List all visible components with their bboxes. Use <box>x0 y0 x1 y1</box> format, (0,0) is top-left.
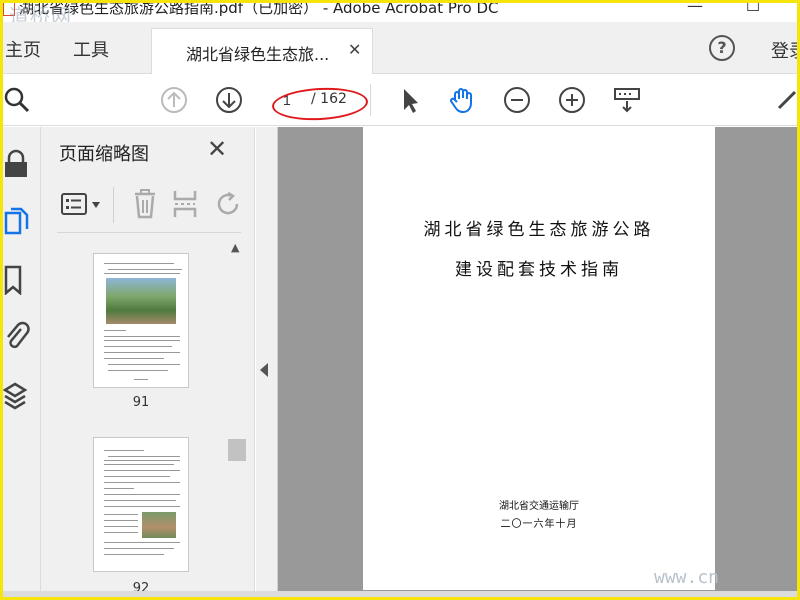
scroll-up-icon[interactable]: ▲ <box>231 241 239 254</box>
panel-toolbar <box>57 181 241 233</box>
thumbnail-label: 91 <box>132 395 150 410</box>
tools-divider <box>113 187 114 223</box>
minimize-icon[interactable]: — <box>685 0 705 15</box>
options-menu-icon[interactable] <box>61 193 87 215</box>
document-title: 湖北省绿色生态旅游公路 <box>423 220 655 240</box>
thumbnail-photo <box>106 278 176 324</box>
tab-bar: 主页 工具 湖北省绿色生态旅... ✕ ? 登录 <box>3 22 800 74</box>
page-thumbnails-icon[interactable] <box>3 207 33 237</box>
lock-icon[interactable] <box>3 149 33 179</box>
bookmark-icon[interactable] <box>3 265 33 295</box>
document-date: 二〇一六年十月 <box>500 519 578 530</box>
thumbnail-list: 91 92 <box>41 237 237 597</box>
select-arrow-icon[interactable] <box>396 86 424 114</box>
zoom-in-icon[interactable] <box>558 86 586 114</box>
close-tab-icon[interactable]: ✕ <box>348 40 361 59</box>
thumbnail-page-91[interactable] <box>93 253 189 388</box>
maximize-icon[interactable]: ☐ <box>743 0 763 15</box>
scroll-mode-icon[interactable] <box>613 86 641 114</box>
document-subtitle: 建设配套技术指南 <box>455 260 623 280</box>
document-viewer[interactable]: 湖北省绿色生态旅游公路 建设配套技术指南 湖北省交通运输厅 二〇一六年十月 ww… <box>278 127 797 597</box>
rotate-icon[interactable] <box>215 191 241 217</box>
thumbnail-scrollbar[interactable]: ▲ <box>228 237 246 597</box>
window-title: 湖北省绿色生态旅游公路指南.pdf（已加密） - Adobe Acrobat P… <box>19 0 499 17</box>
scrollbar-thumb[interactable] <box>228 439 246 461</box>
attachment-icon[interactable] <box>3 321 33 351</box>
thumbnail-panel: 页面缩略图 ✕ 91 92 ▲ <box>41 127 255 597</box>
hand-tool-icon[interactable] <box>448 86 476 114</box>
login-button[interactable]: 登录 <box>771 37 800 63</box>
document-tab-label: 湖北省绿色生态旅... <box>186 45 330 64</box>
layers-icon[interactable] <box>3 381 33 411</box>
page-total-label: / 162 <box>311 91 347 107</box>
tab-document[interactable]: 湖北省绿色生态旅... ✕ <box>151 28 373 74</box>
previous-page-icon[interactable] <box>160 86 188 114</box>
collapse-arrow-icon[interactable] <box>260 363 268 377</box>
thumbnail-page-92[interactable] <box>93 437 189 572</box>
viewer-watermark: www.cn <box>654 567 720 588</box>
delete-icon[interactable] <box>133 189 157 219</box>
main-toolbar: / 162 <box>3 74 797 126</box>
pen-icon[interactable] <box>773 86 800 114</box>
title-bar: 湖北省绿色生态旅游公路指南.pdf（已加密） - Adobe Acrobat P… <box>3 0 797 28</box>
document-page: 湖北省绿色生态旅游公路 建设配套技术指南 湖北省交通运输厅 二〇一六年十月 <box>363 127 715 590</box>
page-number-input[interactable] <box>273 88 301 112</box>
toolbar-divider <box>370 84 371 116</box>
bottom-strip <box>3 591 797 597</box>
search-icon[interactable] <box>3 86 31 114</box>
tab-tools[interactable]: 工具 <box>73 36 109 62</box>
left-icon-rail <box>3 127 41 597</box>
next-page-icon[interactable] <box>215 86 243 114</box>
chevron-down-icon[interactable] <box>91 201 101 209</box>
extract-page-icon[interactable] <box>173 189 197 219</box>
zoom-out-icon[interactable] <box>503 86 531 114</box>
panel-collapse-strip[interactable] <box>256 127 278 597</box>
document-organization: 湖北省交通运输厅 <box>499 501 579 512</box>
close-panel-icon[interactable]: ✕ <box>207 135 227 163</box>
panel-title: 页面缩略图 <box>59 144 149 165</box>
tab-home[interactable]: 主页 <box>5 36 41 62</box>
help-icon[interactable]: ? <box>709 35 735 61</box>
thumbnail-photo <box>142 512 176 538</box>
